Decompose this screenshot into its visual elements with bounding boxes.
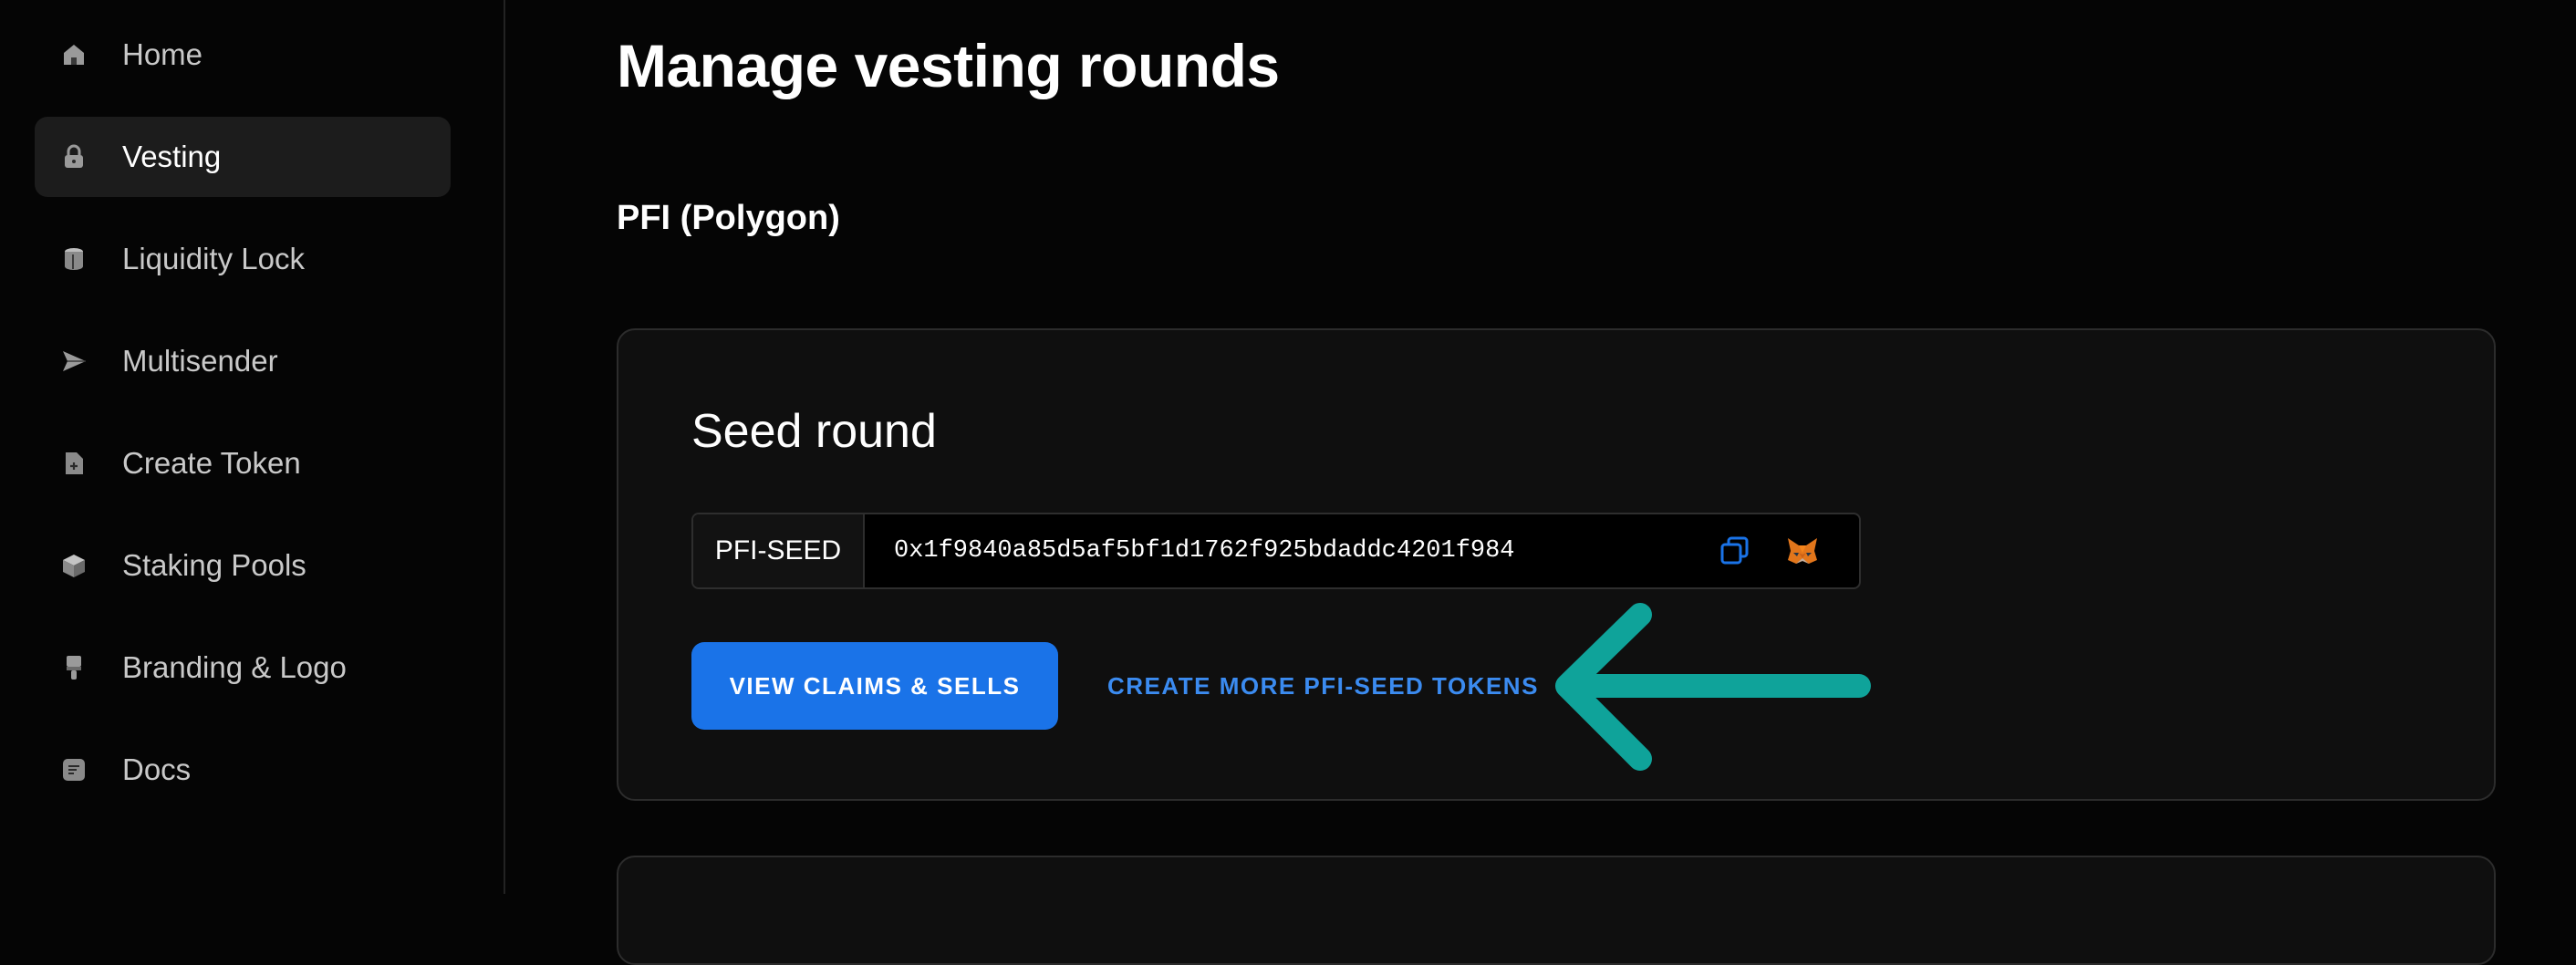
home-icon	[60, 41, 88, 68]
next-round-card	[617, 856, 2496, 965]
file-plus-icon	[60, 450, 88, 477]
page-title: Manage vesting rounds	[617, 32, 1280, 99]
round-title: Seed round	[691, 405, 937, 458]
sidebar-item-vesting[interactable]: Vesting	[35, 117, 451, 197]
create-more-tokens-link[interactable]: CREATE MORE PFI-SEED TOKENS	[1107, 642, 1539, 730]
sidebar-item-label: Vesting	[122, 140, 222, 173]
sidebar-item-home[interactable]: Home	[35, 15, 451, 95]
sidebar-item-label: Create Token	[122, 446, 301, 480]
metamask-icon[interactable]	[1784, 533, 1821, 569]
sidebar-item-label: Branding & Logo	[122, 650, 347, 684]
token-address-box: PFI-SEED 0x1f9840a85d5af5bf1d1762f925bda…	[691, 513, 1861, 589]
copy-icon[interactable]	[1719, 534, 1751, 567]
token-symbol: PFI-SEED	[693, 514, 865, 587]
sidebar-item-label: Home	[122, 37, 203, 71]
lock-icon	[60, 143, 88, 171]
cube-icon	[60, 552, 88, 579]
sidebar-item-label: Liquidity Lock	[122, 242, 305, 275]
sidebar-item-multisender[interactable]: Multisender	[35, 321, 451, 401]
arrow-left-icon	[1555, 603, 1871, 771]
project-title: PFI (Polygon)	[617, 199, 840, 237]
sidebar: Home Vesting Liquidity Lock Multisender …	[0, 0, 505, 894]
brush-icon	[60, 654, 88, 681]
send-icon	[60, 348, 88, 375]
sidebar-item-create-token[interactable]: Create Token	[35, 423, 451, 503]
sidebar-item-label: Staking Pools	[122, 548, 306, 582]
sidebar-item-branding-logo[interactable]: Branding & Logo	[35, 628, 451, 708]
document-icon	[60, 756, 88, 783]
sidebar-item-label: Multisender	[122, 344, 278, 378]
sidebar-item-docs[interactable]: Docs	[35, 730, 451, 810]
view-claims-sells-button[interactable]: VIEW CLAIMS & SELLS	[691, 642, 1058, 730]
sidebar-item-staking-pools[interactable]: Staking Pools	[35, 525, 451, 606]
sidebar-item-label: Docs	[122, 752, 192, 786]
token-address[interactable]: 0x1f9840a85d5af5bf1d1762f925bdaddc4201f9…	[894, 514, 1515, 587]
sidebar-item-liquidity-lock[interactable]: Liquidity Lock	[35, 219, 451, 299]
cylinder-icon	[60, 245, 88, 273]
